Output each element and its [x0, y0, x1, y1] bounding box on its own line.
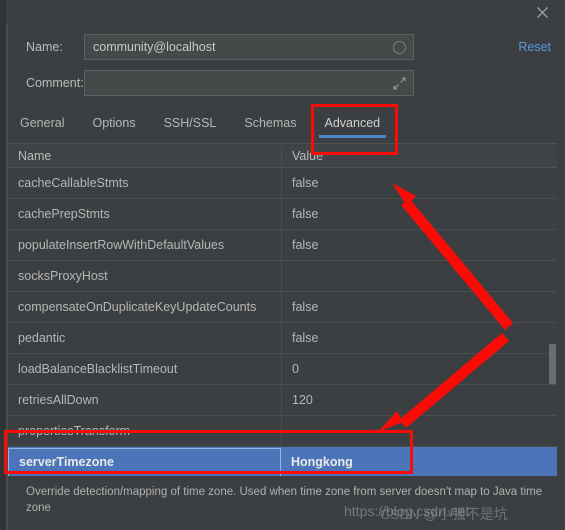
annotation-arrows [378, 183, 513, 432]
connection-settings-dialog: Name: community@localhost Comment: Reset… [0, 0, 565, 530]
